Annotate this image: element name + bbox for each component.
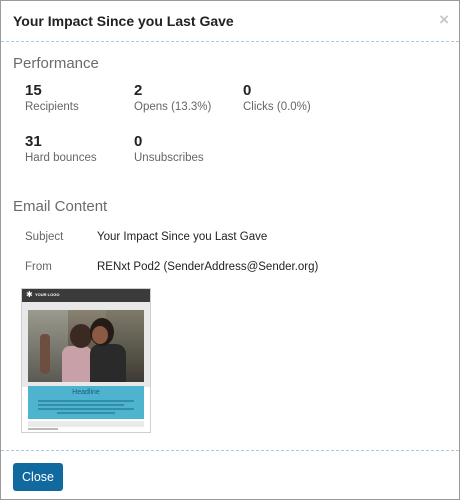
performance-heading: Performance bbox=[13, 55, 99, 72]
subject-value: Your Impact Since you Last Gave bbox=[97, 231, 268, 243]
metric-value: 2 bbox=[134, 82, 143, 99]
close-icon[interactable]: × bbox=[439, 11, 449, 28]
email-content-heading: Email Content bbox=[13, 198, 108, 215]
thumbnail-body-text bbox=[38, 400, 134, 416]
close-button[interactable]: Close bbox=[13, 463, 63, 491]
metric-value: 31 bbox=[25, 133, 42, 150]
metric-label: Hard bounces bbox=[25, 152, 97, 164]
metric-label: Clicks (0.0%) bbox=[243, 101, 311, 113]
email-preview-thumbnail[interactable]: ✱ YOUR LOGO Headline bbox=[21, 288, 151, 433]
dialog-title: Your Impact Since you Last Gave bbox=[13, 13, 234, 29]
thumbnail-footer-text bbox=[28, 428, 58, 430]
metric-unsubscribes: 0 Unsubscribes bbox=[134, 133, 204, 164]
thumbnail-logo-text: YOUR LOGO bbox=[35, 292, 60, 297]
metric-value: 15 bbox=[25, 82, 42, 99]
impact-dialog: Your Impact Since you Last Gave × Perfor… bbox=[0, 0, 460, 500]
metric-value: 0 bbox=[243, 82, 252, 99]
thumbnail-headline: Headline bbox=[72, 389, 100, 396]
metric-opens: 2 Opens (13.3%) bbox=[134, 82, 211, 113]
metric-clicks: 0 Clicks (0.0%) bbox=[243, 82, 311, 113]
metric-value: 0 bbox=[134, 133, 143, 150]
metric-label: Recipients bbox=[25, 101, 79, 113]
metric-label: Unsubscribes bbox=[134, 152, 204, 164]
metric-hard-bounces: 31 Hard bounces bbox=[25, 133, 97, 164]
logo-icon: ✱ bbox=[26, 290, 33, 299]
thumbnail-logo-bar: ✱ YOUR LOGO bbox=[22, 289, 150, 302]
metric-label: Opens (13.3%) bbox=[134, 101, 212, 113]
subject-label: Subject bbox=[25, 231, 64, 243]
from-value: RENxt Pod2 (SenderAddress@Sender.org) bbox=[97, 261, 319, 273]
thumbnail-photo-frame bbox=[22, 302, 150, 387]
dialog-header: Your Impact Since you Last Gave × bbox=[1, 1, 459, 42]
thumbnail-photo bbox=[28, 310, 144, 382]
dialog-footer: Close bbox=[1, 450, 459, 499]
from-label: From bbox=[25, 261, 52, 273]
thumbnail-headline-band: Headline bbox=[28, 386, 144, 419]
metric-recipients: 15 Recipients bbox=[25, 82, 79, 113]
thumbnail-footer-band bbox=[28, 421, 144, 427]
